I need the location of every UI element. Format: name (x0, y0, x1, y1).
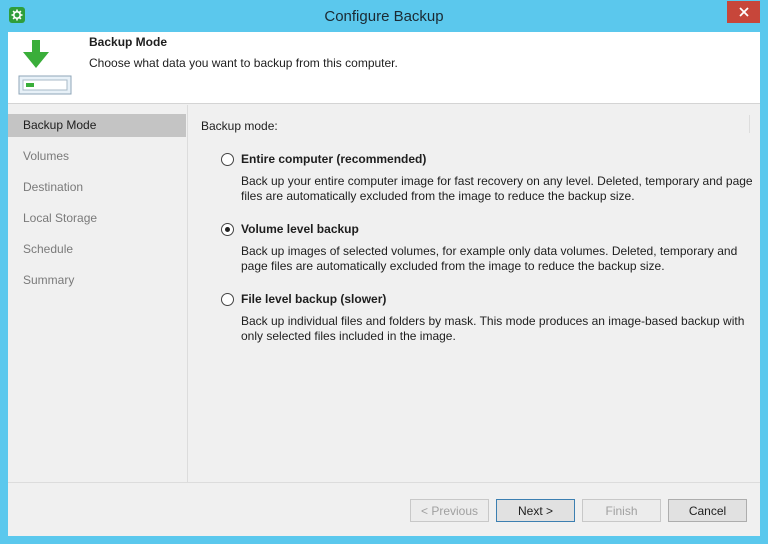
previous-button[interactable]: < Previous (410, 499, 489, 522)
sidebar-item-schedule[interactable]: Schedule (8, 238, 186, 261)
wizard-steps-sidebar: Backup Mode Volumes Destination Local St… (8, 105, 188, 482)
sidebar-item-summary[interactable]: Summary (8, 269, 186, 292)
backup-download-icon (18, 40, 72, 96)
option-file-level[interactable]: File level backup (slower) Back up indiv… (221, 291, 751, 344)
title-bar[interactable]: Configure Backup (0, 0, 768, 32)
file-level-description: Back up individual files and folders by … (241, 314, 745, 343)
dialog-client-area: Backup Mode Choose what data you want to… (8, 32, 760, 536)
entire-computer-title[interactable]: Entire computer (recommended) (241, 152, 426, 166)
close-button[interactable] (727, 1, 760, 23)
volume-level-title[interactable]: Volume level backup (241, 222, 359, 236)
file-level-title[interactable]: File level backup (slower) (241, 292, 386, 306)
entire-computer-radio[interactable] (221, 152, 234, 166)
finish-button[interactable]: Finish (582, 499, 661, 522)
sidebar-item-destination[interactable]: Destination (8, 176, 186, 199)
file-level-radio[interactable] (221, 292, 234, 306)
option-volume-level[interactable]: Volume level backup Back up images of se… (221, 221, 751, 274)
backup-mode-label: Backup mode: (201, 119, 278, 133)
option-entire-computer[interactable]: Entire computer (recommended) Back up yo… (221, 151, 753, 204)
radio-selected-dot (225, 226, 230, 232)
sidebar-item-local-storage[interactable]: Local Storage (8, 207, 186, 230)
window-title: Configure Backup (324, 8, 444, 25)
next-button[interactable]: Next > (496, 499, 575, 522)
configure-backup-window: Configure Backup Backup Mode Choose what… (0, 0, 768, 544)
sidebar-item-volumes[interactable]: Volumes (8, 145, 186, 168)
sidebar-item-backup-mode[interactable]: Backup Mode (8, 114, 186, 137)
wizard-header: Backup Mode Choose what data you want to… (8, 32, 760, 104)
scrollbar[interactable] (749, 115, 750, 133)
header-description: Choose what data you want to backup from… (89, 56, 398, 70)
volume-level-radio[interactable] (221, 222, 234, 236)
entire-computer-description: Back up your entire computer image for f… (241, 174, 753, 203)
cancel-button[interactable]: Cancel (668, 499, 747, 522)
close-icon (738, 7, 749, 17)
backup-mode-panel: Backup mode: Entire computer (recommende… (189, 105, 760, 482)
volume-level-description: Back up images of selected volumes, for … (241, 244, 738, 273)
header-title: Backup Mode (89, 35, 168, 49)
wizard-footer: < Previous Next > Finish Cancel (8, 482, 760, 536)
